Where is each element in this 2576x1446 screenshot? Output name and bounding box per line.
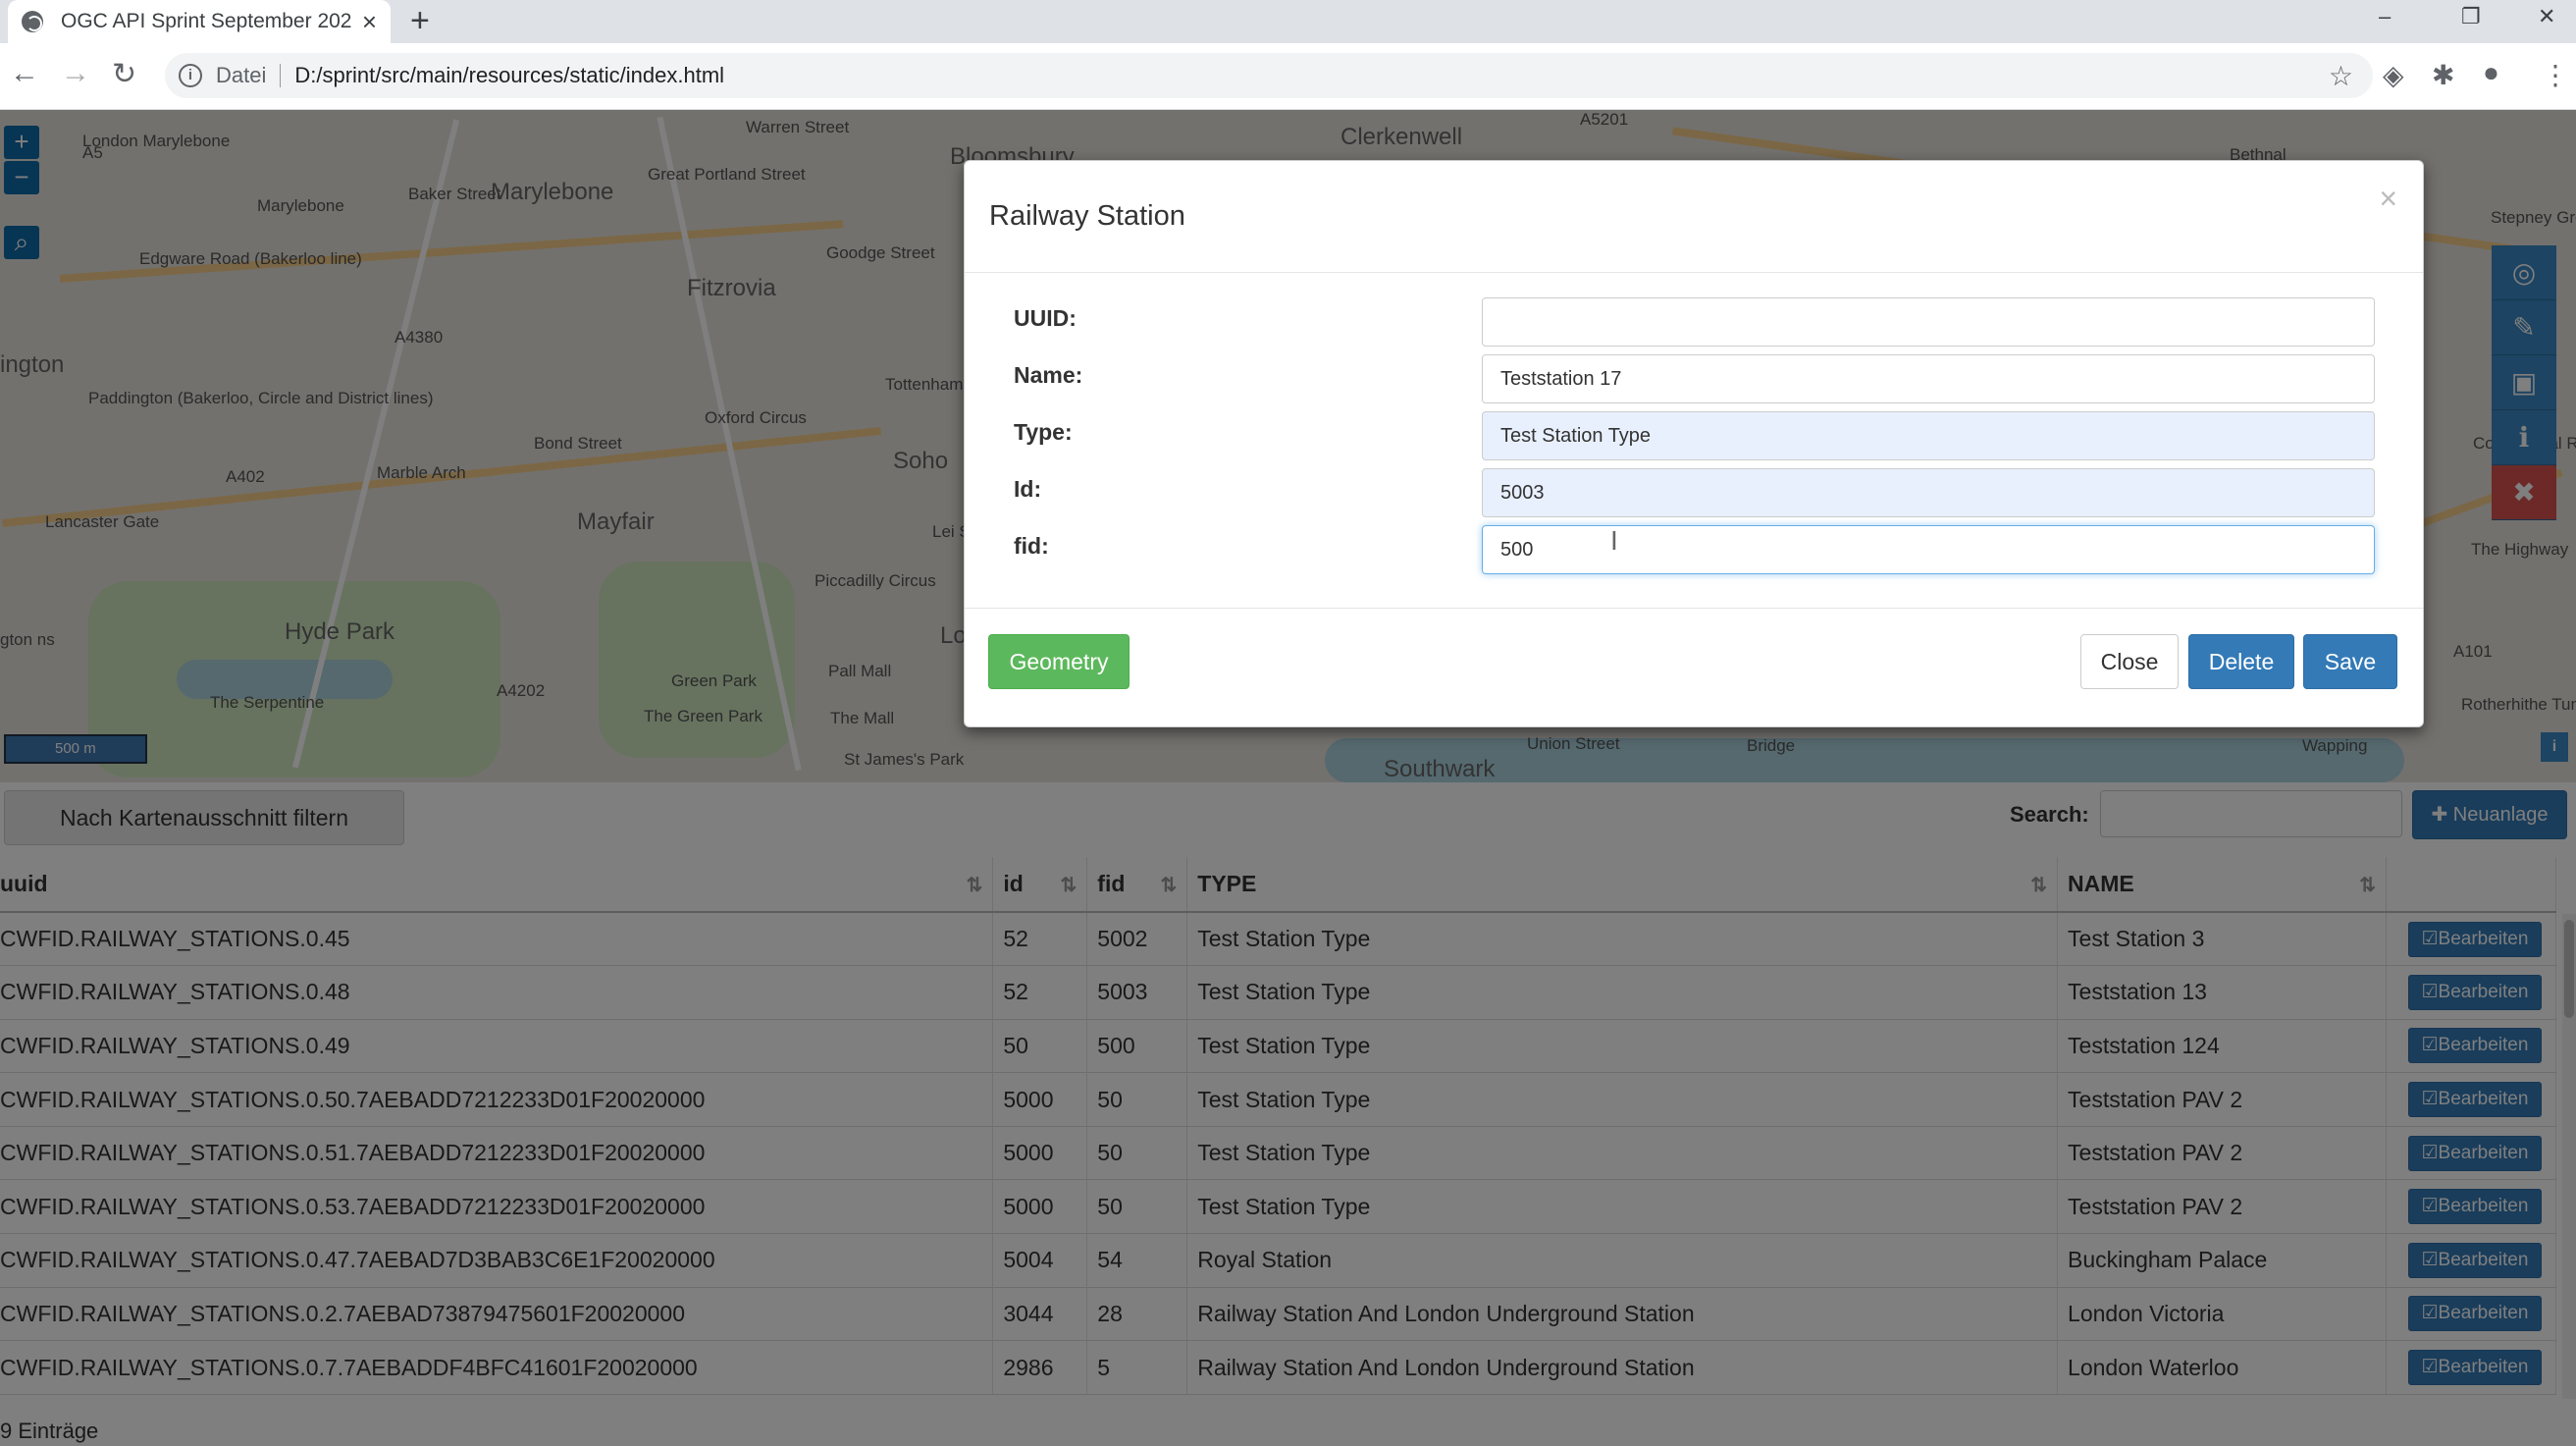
omnibox[interactable]: i Datei D:/sprint/src/main/resources/sta… bbox=[165, 53, 2373, 98]
uuid-input[interactable] bbox=[1482, 297, 2375, 347]
profile-icon[interactable]: ● bbox=[2483, 57, 2499, 88]
forward-button[interactable]: → bbox=[61, 57, 90, 90]
dialog-footer: Geometry Close Delete Save bbox=[965, 608, 2423, 727]
address-bar-row: ← → ↻ i Datei D:/sprint/src/main/resourc… bbox=[0, 43, 2576, 110]
geometry-button[interactable]: Geometry bbox=[988, 634, 1130, 689]
delete-button[interactable]: Delete bbox=[2188, 634, 2294, 689]
puzzle-icon[interactable]: ✱ bbox=[2432, 59, 2454, 91]
type-label: Type: bbox=[1014, 419, 1073, 445]
minimize-button[interactable]: – bbox=[2379, 4, 2391, 29]
form-row-type: Type: Test Station Type bbox=[965, 411, 2423, 460]
new-tab-button[interactable]: + bbox=[410, 2, 430, 40]
name-label: Name: bbox=[1014, 362, 1083, 388]
form-row-name: Name: Teststation 17 bbox=[965, 354, 2423, 403]
id-label: Id: bbox=[1014, 476, 1042, 502]
tab-close-icon[interactable]: × bbox=[362, 7, 377, 37]
back-button[interactable]: ← bbox=[10, 57, 39, 90]
type-input[interactable]: Test Station Type bbox=[1482, 411, 2375, 460]
browser-tab[interactable]: OGC API Sprint September 2020 × bbox=[8, 0, 391, 43]
reload-button[interactable]: ↻ bbox=[112, 57, 136, 91]
url-text[interactable]: D:/sprint/src/main/resources/static/inde… bbox=[294, 63, 724, 88]
form-row-uuid: UUID: bbox=[965, 297, 2423, 347]
extension-badge-icon[interactable]: ◈ bbox=[2383, 59, 2404, 91]
form-row-id: Id: 5003 bbox=[965, 468, 2423, 517]
dialog-close-icon[interactable]: × bbox=[2379, 181, 2397, 217]
name-input[interactable]: Teststation 17 bbox=[1482, 354, 2375, 403]
close-button[interactable]: Close bbox=[2080, 634, 2179, 689]
dialog-header: Railway Station × bbox=[965, 161, 2423, 273]
save-button[interactable]: Save bbox=[2303, 634, 2397, 689]
window-close-button[interactable]: ✕ bbox=[2538, 4, 2555, 29]
bookmark-star-icon[interactable]: ☆ bbox=[2329, 60, 2353, 92]
menu-icon[interactable]: ⋮ bbox=[2542, 59, 2569, 91]
fid-label: fid: bbox=[1014, 533, 1049, 559]
scheme-label: Datei bbox=[216, 63, 267, 87]
dialog-title: Railway Station bbox=[989, 200, 1185, 232]
text-cursor-icon: I bbox=[1610, 525, 1618, 556]
site-info-icon[interactable]: i bbox=[179, 64, 202, 87]
globe-favicon-icon bbox=[22, 11, 43, 32]
railway-station-dialog: Railway Station × UUID: Name: Teststatio… bbox=[964, 160, 2424, 727]
form-row-fid: fid: 500 bbox=[965, 525, 2423, 574]
omnibox-separator bbox=[280, 64, 282, 87]
restore-button[interactable]: ❐ bbox=[2461, 4, 2481, 29]
id-input[interactable]: 5003 bbox=[1482, 468, 2375, 517]
browser-tab-bar: OGC API Sprint September 2020 × + – ❐ ✕ bbox=[0, 0, 2576, 43]
uuid-label: UUID: bbox=[1014, 305, 1077, 331]
tab-title: OGC API Sprint September 2020 bbox=[61, 10, 352, 32]
